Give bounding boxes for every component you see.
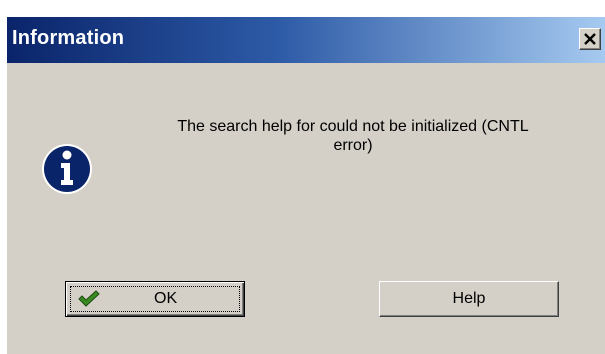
message-text: The search help for could not be initial… [125,117,581,155]
ok-button-label: OK [154,290,178,307]
checkmark-icon [78,290,100,307]
close-button[interactable] [579,28,601,50]
ok-button[interactable]: OK [65,281,245,317]
help-button-label: Help [452,290,486,307]
information-dialog: Information The search help for could no… [6,16,605,354]
message-line-2: error) [333,137,373,154]
help-button[interactable]: Help [379,281,559,317]
close-icon [584,33,596,45]
title-bar[interactable]: Information [7,17,605,63]
message-line-1: The search help for could not be initial… [177,118,529,135]
dialog-title: Information [12,27,125,49]
information-icon [42,144,92,194]
